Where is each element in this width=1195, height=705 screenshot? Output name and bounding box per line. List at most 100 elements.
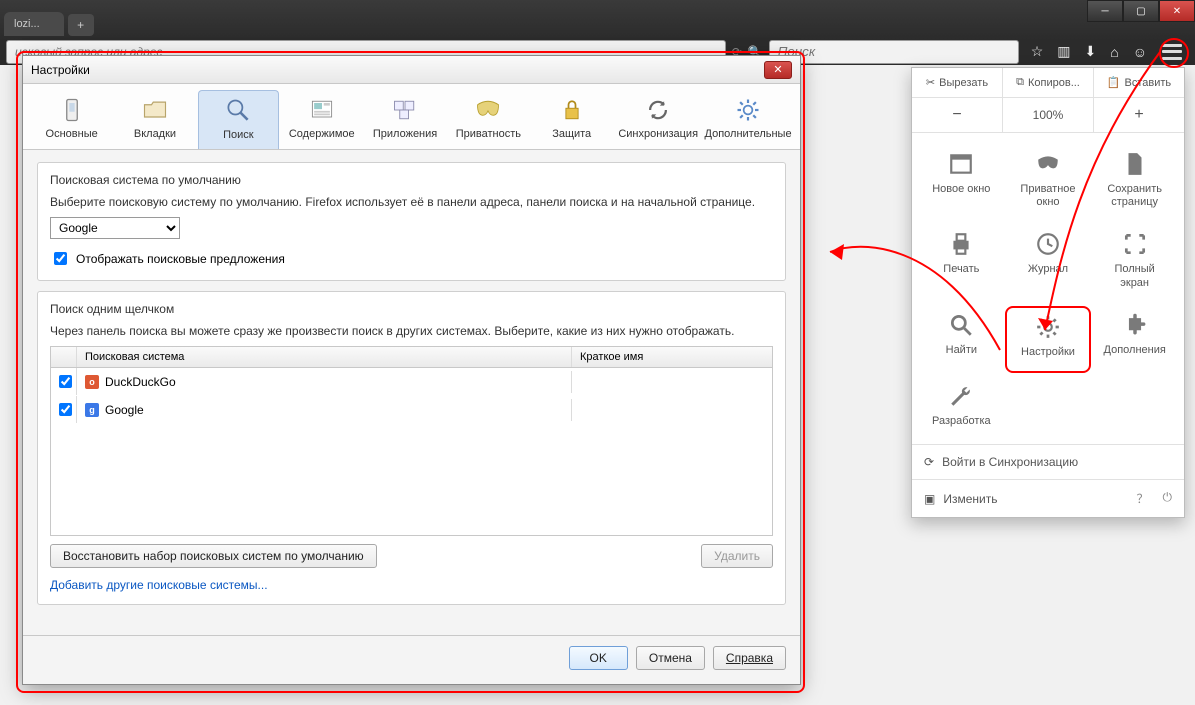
window-close-button[interactable]: ✕ [1159,0,1195,22]
engine-name: DuckDuckGo [105,375,176,389]
menu-item-developer[interactable]: Разработка [918,377,1005,440]
default-search-hint: Выберите поисковую систему по умолчанию.… [50,195,773,209]
add-engines-link[interactable]: Добавить другие поисковые системы... [50,578,268,592]
menu-item-label: Найти [946,344,977,357]
window-minimize-button[interactable]: ─ [1087,0,1123,22]
engine-checkbox[interactable] [59,403,72,416]
tab-sync[interactable]: Синхронизация [614,90,702,149]
menu-item-settings[interactable]: Настройки [1005,306,1092,373]
default-search-title: Поисковая система по умолчанию [50,173,773,187]
tab-tabs[interactable]: Вкладки [114,90,195,149]
menu-paste-button[interactable]: 📋 Вставить [1094,68,1184,97]
tab-label: Основные [46,128,98,140]
show-suggestions-checkbox[interactable] [54,252,67,265]
tab-applications[interactable]: Приложения [364,90,445,149]
library-icon[interactable]: ▥ [1057,43,1070,60]
clipboard-icon: 📋 [1107,76,1121,89]
tab-label: Приложения [373,128,437,140]
printer-icon [946,231,976,257]
sync-icon [641,96,675,124]
engine-checkbox[interactable] [59,375,72,388]
tab-label: Поиск [223,129,253,141]
mask-icon [1033,151,1063,177]
menu-item-history[interactable]: Журнал [1005,225,1092,301]
help-icon[interactable]: ？ [1136,490,1148,507]
lock-icon [555,96,589,124]
plus-box-icon: ▣ [924,492,935,506]
tab-label: Дополнительные [705,128,792,140]
dialog-tabs: Основные Вкладки Поиск Содержимое Прилож… [23,84,800,150]
menu-paste-label: Вставить [1125,77,1172,89]
hamburger-menu-button[interactable] [1161,43,1183,61]
tab-label: Защита [552,128,591,140]
col-header-engine: Поисковая система [77,347,572,367]
menu-customize-label: Изменить [943,492,997,506]
menu-item-new-window[interactable]: Новое окно [918,145,1005,221]
tab-advanced[interactable]: Дополнительные [704,90,792,149]
bookmark-star-icon[interactable]: ☆ [1031,43,1044,60]
zoom-value[interactable]: 100% [1003,98,1094,132]
menu-sync-label: Войти в Синхронизацию [942,455,1078,469]
apps-icon [388,96,422,124]
oneclick-table: Поисковая система Краткое имя o DuckDuck… [50,346,773,536]
browser-tab[interactable]: lozi... [4,12,64,36]
tab-security[interactable]: Защита [531,90,612,149]
ok-button[interactable]: OK [569,646,628,670]
menu-item-addons[interactable]: Дополнения [1091,306,1178,373]
menu-copy-button[interactable]: ⧉ Копиров... [1003,68,1094,97]
home-icon[interactable]: ⌂ [1110,44,1118,60]
sync-icon: ⟳ [924,455,934,469]
power-icon[interactable]: ⏻ [1163,490,1173,507]
browser-tab-title: lozi... [14,18,40,30]
new-tab-button[interactable]: + [68,14,94,36]
mask-icon [471,96,505,124]
preferences-dialog: Настройки ✕ Основные Вкладки Поиск Содер… [22,55,801,685]
cancel-button[interactable]: Отмена [636,646,705,670]
tab-privacy[interactable]: Приватность [448,90,529,149]
folder-icon [138,96,172,124]
window-maximize-button[interactable]: ▢ [1123,0,1159,22]
general-icon [55,96,89,124]
default-search-group: Поисковая система по умолчанию Выберите … [37,162,786,281]
tab-label: Содержимое [289,128,355,140]
menu-item-label: Приватное окно [1020,183,1075,209]
tab-content[interactable]: Содержимое [281,90,362,149]
oneclick-hint: Через панель поиска вы можете сразу же п… [50,324,773,338]
oneclick-group: Поиск одним щелчком Через панель поиска … [37,291,786,605]
menu-item-fullscreen[interactable]: Полный экран [1091,225,1178,301]
engine-name: Google [105,403,144,417]
dialog-title: Настройки [31,63,90,77]
menu-item-find[interactable]: Найти [918,306,1005,373]
zoom-out-button[interactable]: − [912,98,1003,132]
table-row[interactable]: o DuckDuckGo [51,368,772,396]
remove-engine-button[interactable]: Удалить [701,544,773,568]
menu-item-print[interactable]: Печать [918,225,1005,301]
tab-general[interactable]: Основные [31,90,112,149]
menu-item-label: Разработка [932,415,991,428]
default-engine-select[interactable]: Google [50,217,180,239]
menu-item-save-page[interactable]: Сохранить страницу [1091,145,1178,221]
table-row[interactable]: g Google [51,396,772,424]
scissors-icon: ✂ [926,76,935,89]
dialog-close-button[interactable]: ✕ [764,61,792,79]
menu-sync-row[interactable]: ⟳ Войти в Синхронизацию [912,444,1184,479]
restore-defaults-button[interactable]: Восстановить набор поисковых систем по у… [50,544,377,568]
menu-item-label: Настройки [1021,346,1075,359]
menu-item-label: Дополнения [1104,344,1166,357]
dialog-titlebar: Настройки ✕ [23,56,800,84]
window-icon [946,151,976,177]
menu-customize-button[interactable]: ▣ Изменить [924,492,997,506]
duckduckgo-icon: o [85,375,99,389]
search-bar[interactable] [769,40,1019,64]
downloads-icon[interactable]: ⬇ [1085,43,1097,60]
menu-item-private-window[interactable]: Приватное окно [1005,145,1092,221]
menu-cut-label: Вырезать [939,77,988,89]
gear-icon [1033,314,1063,340]
help-button[interactable]: Справка [713,646,786,670]
menu-item-label: Полный экран [1114,263,1154,289]
smiley-icon[interactable]: ☺ [1133,44,1147,60]
wrench-icon [946,383,976,409]
menu-cut-button[interactable]: ✂ Вырезать [912,68,1003,97]
zoom-in-button[interactable]: + [1094,98,1184,132]
tab-search[interactable]: Поиск [198,90,279,149]
